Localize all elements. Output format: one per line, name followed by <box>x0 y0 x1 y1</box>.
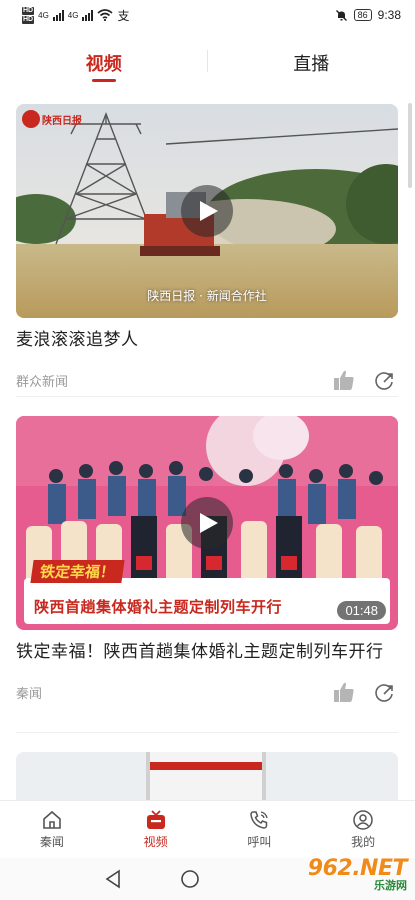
status-bar: HD HD 4G 4G 支 86 9:38 <box>0 0 415 30</box>
video-feed: 陕西日报 陕西日报 · 新闻合作社 麦浪滚滚追梦人 群众新闻 铁定幸福！ 陕西首… <box>0 96 415 800</box>
video-duration: 01:48 <box>337 601 386 620</box>
share-button[interactable] <box>372 368 396 392</box>
network-type-1: 4G <box>38 10 49 20</box>
video-source: 群众新闻 <box>16 374 69 390</box>
nav-label: 视频 <box>143 835 168 849</box>
video-thumbnail[interactable] <box>16 752 398 800</box>
signal-icon-2 <box>82 9 94 21</box>
alipay-icon: 支 <box>117 8 130 23</box>
nav-label: 呼叫 <box>247 835 272 849</box>
divider <box>16 732 398 733</box>
nav-item-mine[interactable]: 我的 <box>311 801 415 858</box>
site-watermark: 962.NET 乐游网 <box>279 852 408 896</box>
tab-live[interactable]: 直播 <box>208 30 415 96</box>
home-circle-icon[interactable] <box>180 869 200 889</box>
thumbs-up-icon <box>334 682 354 702</box>
video-title[interactable]: 铁定幸福！陕西首趟集体婚礼主题定制列车开行 <box>16 640 398 665</box>
banner-subtitle: 陕西首趟集体婚礼主题定制列车开行 <box>34 597 283 616</box>
network-type-2: 4G <box>67 10 79 20</box>
play-icon <box>200 201 218 221</box>
play-button[interactable] <box>181 497 233 549</box>
bottom-nav: 秦闻 视频 呼叫 我的 <box>0 800 415 858</box>
signal-icon <box>52 9 64 21</box>
wifi-icon <box>97 9 113 21</box>
tv-icon <box>146 810 165 829</box>
play-button[interactable] <box>181 185 233 237</box>
share-icon <box>375 684 393 702</box>
video-card[interactable]: 陕西日报 陕西日报 · 新闻合作社 麦浪滚滚追梦人 群众新闻 <box>16 104 398 393</box>
video-banner: 铁定幸福！ 陕西首趟集体婚礼主题定制列车开行 <box>24 560 390 624</box>
rocket-scene-image <box>16 752 398 800</box>
banner-headline: 铁定幸福！ <box>30 560 125 583</box>
divider <box>16 396 398 397</box>
phone-icon <box>250 811 269 829</box>
video-title[interactable]: 麦浪滚滚追梦人 <box>16 328 398 353</box>
thumbs-up-icon <box>334 370 354 390</box>
video-card[interactable] <box>16 752 398 800</box>
battery-icon: 86 <box>353 9 372 21</box>
video-thumbnail[interactable]: 铁定幸福！ 陕西首趟集体婚礼主题定制列车开行 01:48 <box>16 416 398 630</box>
video-thumbnail[interactable]: 陕西日报 陕西日报 · 新闻合作社 <box>16 104 398 318</box>
play-icon <box>200 513 218 533</box>
share-icon <box>375 372 393 390</box>
app-screen: HD HD 4G 4G 支 86 9:38 视频 直播 陕西日报 陕西日报 · … <box>0 0 415 900</box>
like-button[interactable] <box>332 680 356 704</box>
nav-label: 秦闻 <box>39 835 64 849</box>
channel-logo: 陕西日报 <box>22 110 82 128</box>
nav-item-qinwen[interactable]: 秦闻 <box>0 801 104 858</box>
nav-label: 我的 <box>351 835 376 849</box>
sim-indicator: HD HD <box>22 6 35 24</box>
top-tab-bar: 视频 直播 <box>0 30 415 96</box>
video-caption: 陕西日报 · 新闻合作社 <box>147 289 267 303</box>
mute-bell-icon <box>335 9 347 21</box>
nav-item-call[interactable]: 呼叫 <box>208 801 312 858</box>
home-icon <box>43 810 61 829</box>
clock: 9:38 <box>377 8 401 22</box>
back-icon[interactable] <box>104 869 122 889</box>
video-card[interactable]: 铁定幸福！ 陕西首趟集体婚礼主题定制列车开行 01:48 铁定幸福！陕西首趟集体… <box>16 416 398 705</box>
tab-video[interactable]: 视频 <box>0 30 208 96</box>
like-button[interactable] <box>332 368 356 392</box>
watermark-sub: 乐游网 <box>374 878 407 892</box>
nav-item-video[interactable]: 视频 <box>104 801 208 858</box>
video-source: 秦闻 <box>16 686 43 702</box>
share-button[interactable] <box>372 680 396 704</box>
user-icon <box>353 810 373 830</box>
